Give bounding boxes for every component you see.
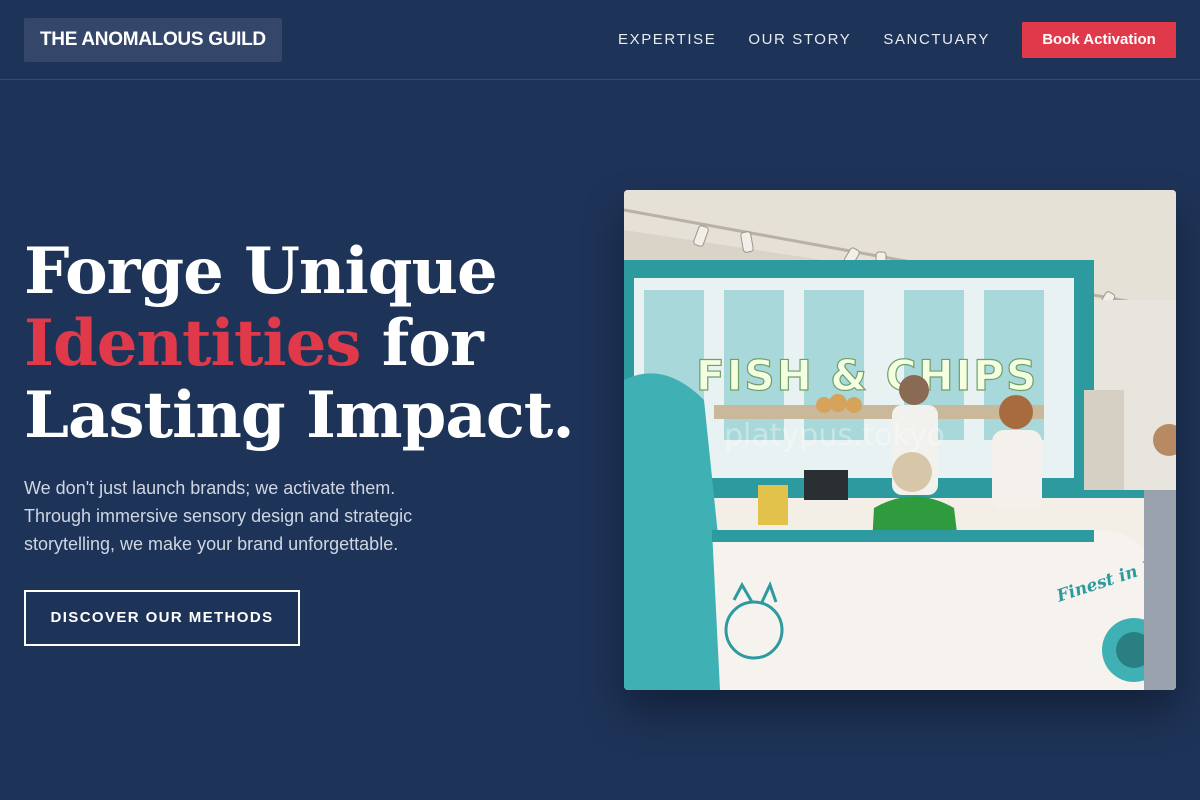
site-header: THE ANOMALOUS GUILD EXPERTISE OUR STORY … — [0, 0, 1200, 80]
fish-and-chips-sign: FISH & CHIPS — [696, 351, 1038, 400]
book-activation-button[interactable]: Book Activation — [1022, 22, 1176, 58]
headline-line-3: Lasting Impact. — [24, 378, 575, 453]
fish-and-chips-van-illustration: FISH & CHIPS Finest in platypus.tokyo — [624, 190, 1176, 690]
headline-line-1: Forge Unique — [24, 234, 498, 309]
headline-line-2-rest: for — [360, 306, 484, 381]
hero-subcopy: We don't just launch brands; we activate… — [24, 478, 413, 554]
main-nav: EXPERTISE OUR STORY SANCTUARY — [618, 28, 990, 52]
site-logo[interactable]: THE ANOMALOUS GUILD — [24, 18, 282, 62]
discover-methods-button[interactable]: DISCOVER OUR METHODS — [24, 590, 300, 646]
hero-photo: FISH & CHIPS Finest in platypus.tokyo — [624, 190, 1176, 690]
nav-link-expertise[interactable]: EXPERTISE — [618, 28, 716, 52]
nav-link-our-story[interactable]: OUR STORY — [748, 28, 851, 52]
hero-headline: Forge Unique Identities for Lasting Impa… — [24, 236, 584, 452]
headline-accent-word: Identities — [24, 306, 361, 381]
nav-link-sanctuary[interactable]: SANCTUARY — [883, 28, 990, 52]
photo-watermark: platypus.tokyo — [724, 418, 945, 453]
